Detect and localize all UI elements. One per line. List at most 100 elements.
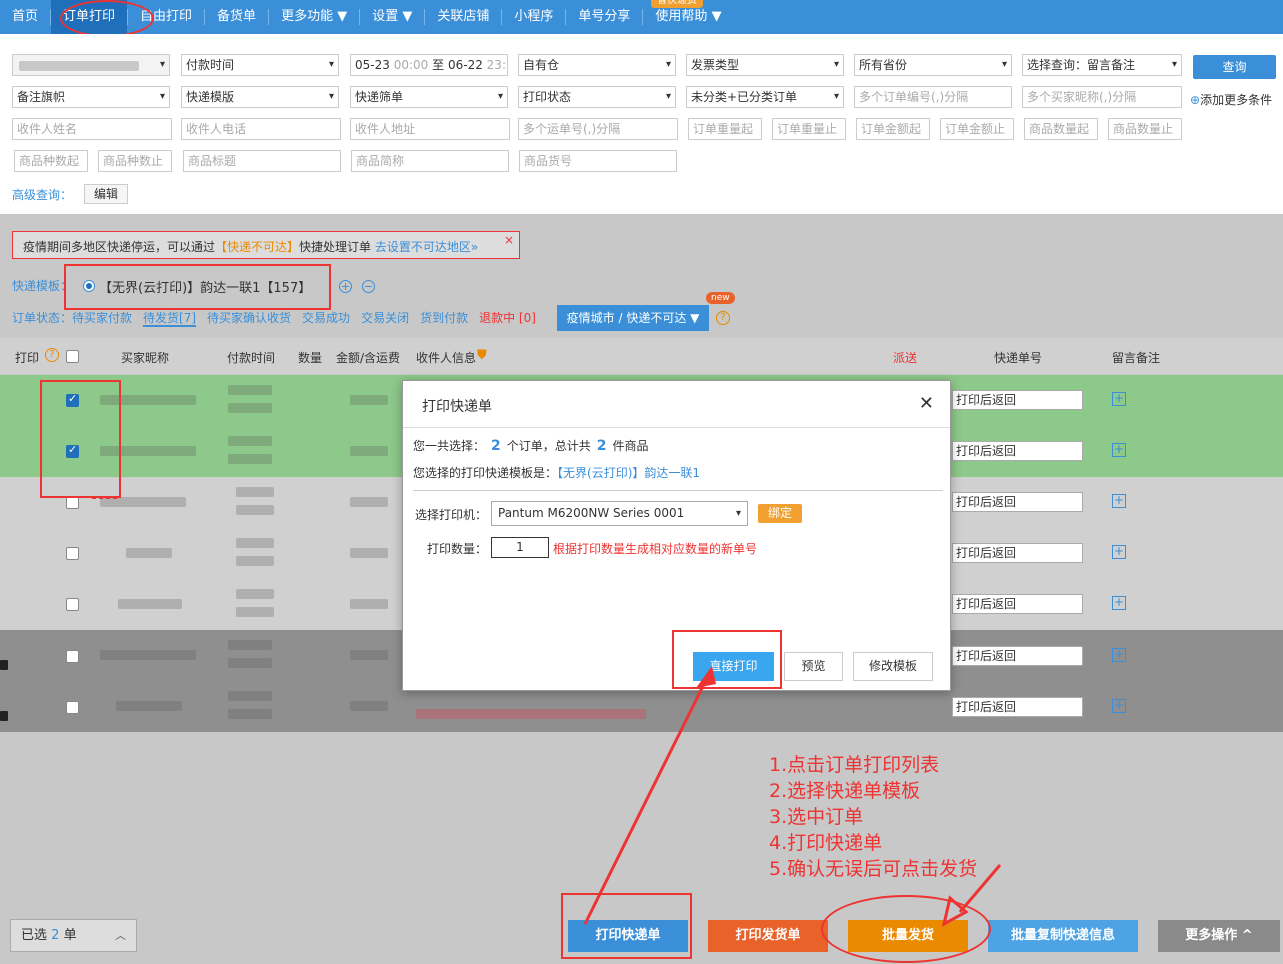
add-remark-icon[interactable]: +	[1112, 699, 1126, 713]
selected-post: 单	[63, 928, 77, 943]
tab-refunding[interactable]: 退款中 [0]	[479, 311, 536, 325]
batch-ship-button[interactable]: 批量发货	[848, 920, 968, 952]
nav-home[interactable]: 首页	[0, 0, 50, 34]
tracking-input[interactable]: 打印后返回	[952, 492, 1083, 512]
add-remark-icon[interactable]: +	[1112, 392, 1126, 406]
buyer-nick-input[interactable]: 多个买家昵称(,)分隔	[1022, 86, 1182, 108]
help-icon[interactable]: ?	[716, 311, 730, 325]
receiver-phone-input[interactable]: 收件人电话	[181, 118, 341, 140]
goods-short-input[interactable]: 商品简称	[351, 150, 509, 172]
nav-order-print[interactable]: 订单打印	[51, 0, 128, 34]
pay-time-select[interactable]: 付款时间 ▾	[181, 54, 339, 76]
qty-from-input[interactable]: 商品数量起	[1024, 118, 1098, 140]
notice-settings-link[interactable]: 去设置不可达地区»	[375, 240, 478, 254]
preview-button[interactable]: 预览	[784, 652, 843, 681]
add-remark-icon[interactable]: +	[1112, 596, 1126, 610]
nav-more-features[interactable]: 更多功能 ▼	[269, 0, 359, 34]
chevron-down-icon: ▾	[665, 59, 671, 70]
row-checkbox[interactable]	[66, 496, 79, 509]
close-icon[interactable]: ×	[504, 233, 514, 247]
add-remark-icon[interactable]: +	[1112, 545, 1126, 559]
order-count: 2	[491, 438, 501, 454]
flag-select[interactable]: 备注旗帜 ▾	[12, 86, 170, 108]
nav-share-waybill[interactable]: 单号分享	[566, 0, 642, 34]
tab-success[interactable]: 交易成功	[302, 311, 350, 325]
printer-select[interactable]: Pantum M6200NW Series 0001 ▾	[491, 501, 748, 526]
print-status-select[interactable]: 打印状态 ▾	[518, 86, 676, 108]
tracking-input[interactable]: 打印后返回	[952, 441, 1083, 461]
nav-stock-list[interactable]: 备货单	[205, 0, 268, 34]
print-delivery-note-button[interactable]: 打印发货单	[708, 920, 828, 952]
row-checkbox[interactable]	[66, 547, 79, 560]
blurred-time	[228, 658, 272, 668]
blurred-time	[228, 385, 272, 395]
add-remark-icon[interactable]: +	[1112, 648, 1126, 662]
row-checkbox[interactable]	[66, 701, 79, 714]
goods-title-input[interactable]: 商品标题	[183, 150, 341, 172]
notice-highlight[interactable]: 【快递不可达】	[215, 240, 299, 254]
add-remark-icon[interactable]: +	[1112, 494, 1126, 508]
tracking-input[interactable]: 打印后返回	[952, 697, 1083, 717]
tab-awaiting-confirm[interactable]: 待买家确认收货	[207, 311, 291, 325]
summary-post: 件商品	[612, 439, 649, 453]
row-checkbox[interactable]	[66, 392, 79, 407]
print-quantity-input[interactable]: 1	[491, 537, 549, 558]
add-template-icon[interactable]: +	[339, 280, 352, 293]
tracking-input[interactable]: 打印后返回	[952, 390, 1083, 410]
province-select[interactable]: 所有省份 ▾	[854, 54, 1012, 76]
receiver-name-input[interactable]: 收件人姓名	[12, 118, 172, 140]
edit-template-button[interactable]: 修改模板	[853, 652, 933, 681]
receiver-address-input[interactable]: 收件人地址	[350, 118, 510, 140]
template-link[interactable]: 【无界(云打印)】韵达一联1	[557, 466, 700, 480]
chevron-down-icon: ▼	[402, 9, 413, 24]
blurred-time	[236, 505, 274, 515]
add-remark-icon[interactable]: +	[1112, 443, 1126, 457]
express-template-select[interactable]: 快递模版 ▾	[181, 86, 339, 108]
nav-linked-shops[interactable]: 关联店铺	[425, 0, 501, 34]
classify-select[interactable]: 未分类+已分类订单 ▾	[686, 86, 844, 108]
row-checkbox[interactable]	[66, 443, 79, 458]
nav-mini-program[interactable]: 小程序	[502, 0, 565, 34]
batch-copy-info-button[interactable]: 批量复制快递信息	[988, 920, 1138, 952]
weight-to-input[interactable]: 订单重量止	[772, 118, 846, 140]
print-now-button[interactable]: 直接打印	[693, 652, 774, 681]
express-filter-select[interactable]: 快递筛单 ▾	[350, 86, 508, 108]
date-range-input[interactable]: 05-23 00:00 至 06-22 23:59	[350, 54, 508, 76]
tab-closed[interactable]: 交易关闭	[361, 311, 409, 325]
nav-settings[interactable]: 设置 ▼	[360, 0, 424, 34]
remove-template-icon[interactable]: −	[362, 280, 375, 293]
warehouse-select[interactable]: 自有仓 ▾	[518, 54, 676, 76]
kinds-to-input[interactable]: 商品种数止	[98, 150, 172, 172]
bind-button[interactable]: 绑定	[758, 504, 802, 523]
edit-button[interactable]: 编辑	[84, 184, 128, 204]
tab-cod[interactable]: 货到付款	[420, 311, 468, 325]
query-button[interactable]: 查询	[1193, 55, 1276, 79]
add-more-conditions[interactable]: ⊕添加更多条件	[1190, 91, 1272, 108]
help-icon[interactable]: ?	[45, 348, 59, 362]
order-nos-input[interactable]: 多个订单编号(,)分隔	[854, 86, 1012, 108]
qty-to-input[interactable]: 商品数量止	[1108, 118, 1182, 140]
tracking-input[interactable]: 打印后返回	[952, 543, 1083, 563]
shop-select[interactable]: ▾	[12, 54, 170, 76]
amount-to-input[interactable]: 订单金额止	[940, 118, 1014, 140]
tracking-input[interactable]: 打印后返回	[952, 594, 1083, 614]
row-checkbox[interactable]	[66, 598, 79, 611]
invoice-select[interactable]: 发票类型 ▾	[686, 54, 844, 76]
nav-free-print[interactable]: 自由打印	[128, 0, 204, 34]
goods-code-input[interactable]: 商品货号	[519, 150, 677, 172]
more-actions-button[interactable]: 更多操作 ^	[1158, 920, 1280, 952]
waybill-input[interactable]: 多个运单号(,)分隔	[518, 118, 678, 140]
tracking-input[interactable]: 打印后返回	[952, 646, 1083, 666]
row-checkbox[interactable]	[66, 650, 79, 663]
weight-from-input[interactable]: 订单重量起	[688, 118, 762, 140]
tab-awaiting-shipment[interactable]: 待发货[7]	[143, 311, 197, 327]
kinds-from-input[interactable]: 商品种数起	[14, 150, 88, 172]
select-all-checkbox[interactable]	[66, 350, 79, 363]
amount-from-input[interactable]: 订单金额起	[856, 118, 930, 140]
selected-count[interactable]: 已选 2 单 ︿	[10, 919, 137, 952]
covid-city-button[interactable]: 疫情城市 / 快递不可达 ▼	[557, 305, 709, 331]
close-icon[interactable]: ✕	[919, 393, 934, 414]
print-waybill-button[interactable]: 打印快递单	[568, 920, 688, 952]
tab-awaiting-payment[interactable]: 待买家付款	[72, 311, 132, 325]
query-type-select[interactable]: 选择查询：留言备注 ▾	[1022, 54, 1182, 76]
